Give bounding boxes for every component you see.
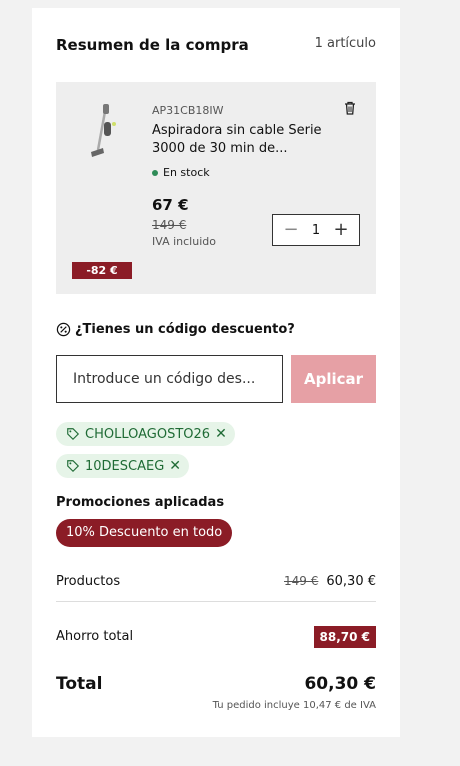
- applied-coupon-chip: CHOLLOAGOSTO26 ✕: [56, 422, 235, 446]
- coupon-code-label: CHOLLOAGOSTO26: [85, 426, 211, 442]
- product-sku: AP31CB18IW: [152, 104, 224, 117]
- trash-icon[interactable]: [342, 100, 358, 116]
- products-label: Productos: [56, 574, 121, 589]
- vat-note: IVA incluido: [152, 235, 216, 248]
- coupon-question: ¿Tienes un código descuento?: [56, 322, 295, 337]
- stock-label: En stock: [163, 166, 210, 179]
- tag-icon: [67, 460, 80, 473]
- vat-summary: Tu pedido incluye 10,47 € de IVA: [212, 700, 376, 711]
- products-amount: 149 € 60,30 €: [284, 574, 376, 589]
- discount-badge: -82 €: [72, 262, 132, 279]
- item-count: 1 artículo: [314, 36, 376, 51]
- promotion-badge: 10% Descuento en todo: [56, 519, 233, 547]
- quantity-stepper: − 1 +: [272, 214, 360, 246]
- promotions-heading: Promociones aplicadas: [56, 495, 225, 510]
- summary-title: Resumen de la compra: [56, 36, 249, 54]
- products-value: 60,30 €: [326, 574, 376, 589]
- remove-coupon-icon[interactable]: ✕: [215, 426, 227, 442]
- product-price: 67 €: [152, 196, 189, 214]
- order-summary-card: Resumen de la compra 1 artículo AP31CB18…: [32, 8, 400, 737]
- product-item: AP31CB18IW Aspiradora sin cable Serie 30…: [56, 82, 376, 294]
- applied-coupon-chip: 10DESCAEG ✕: [56, 454, 190, 478]
- coupon-question-label: ¿Tienes un código descuento?: [75, 322, 295, 337]
- stock-status: En stock: [152, 166, 210, 179]
- divider: [56, 601, 376, 602]
- total-label: Total: [56, 674, 103, 694]
- apply-coupon-button[interactable]: Aplicar: [291, 355, 376, 403]
- coupon-code-input[interactable]: [56, 355, 283, 403]
- increase-quantity-button[interactable]: +: [333, 221, 349, 239]
- stock-dot-icon: [152, 169, 158, 176]
- saving-label: Ahorro total: [56, 629, 134, 644]
- quantity-value: 1: [311, 222, 321, 238]
- tag-icon: [67, 428, 80, 441]
- coupon-code-label: 10DESCAEG: [85, 458, 165, 474]
- total-value: 60,30 €: [304, 674, 376, 694]
- discount-percent-icon: [56, 322, 71, 337]
- decrease-quantity-button[interactable]: −: [283, 221, 299, 239]
- product-name[interactable]: Aspiradora sin cable Serie 3000 de 30 mi…: [152, 122, 322, 158]
- products-old-amount: 149 €: [284, 574, 319, 588]
- remove-coupon-icon[interactable]: ✕: [169, 458, 181, 474]
- vacuum-image: [91, 104, 116, 157]
- product-old-price: 149 €: [152, 218, 187, 232]
- saving-value: 88,70 €: [313, 626, 376, 648]
